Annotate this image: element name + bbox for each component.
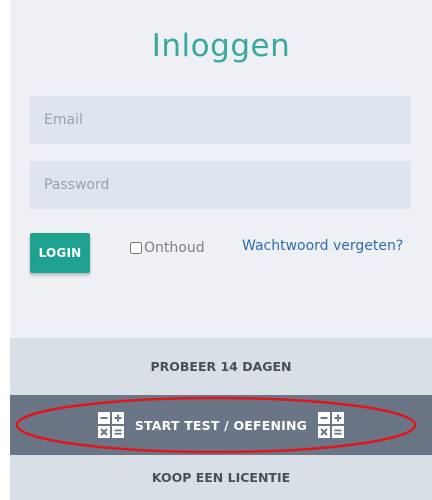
calculator-icon xyxy=(97,411,125,439)
login-panel: Inloggen LOGIN Onthoud Wachtwoord verget… xyxy=(10,0,432,500)
page-title: Inloggen xyxy=(151,28,291,64)
buy-license-button[interactable]: KOOP EEN LICENTIE xyxy=(10,455,432,500)
start-test-label: START TEST / OEFENING xyxy=(134,417,308,433)
remember-checkbox[interactable] xyxy=(130,242,142,254)
remember-label: Onthoud xyxy=(144,240,205,256)
calculator-icon xyxy=(317,411,345,439)
forgot-password-link[interactable]: Wachtwoord vergeten? xyxy=(242,238,403,254)
start-test-button[interactable]: START TEST / OEFENING xyxy=(10,395,432,455)
login-button[interactable]: LOGIN xyxy=(30,233,90,273)
email-field[interactable] xyxy=(30,96,411,144)
password-field[interactable] xyxy=(30,161,411,209)
try-14-days-button[interactable]: PROBEER 14 DAGEN xyxy=(10,338,432,395)
buy-license-label: KOOP EEN LICENTIE xyxy=(151,470,291,485)
remember-me[interactable]: Onthoud xyxy=(130,240,205,256)
try-label: PROBEER 14 DAGEN xyxy=(150,359,292,374)
